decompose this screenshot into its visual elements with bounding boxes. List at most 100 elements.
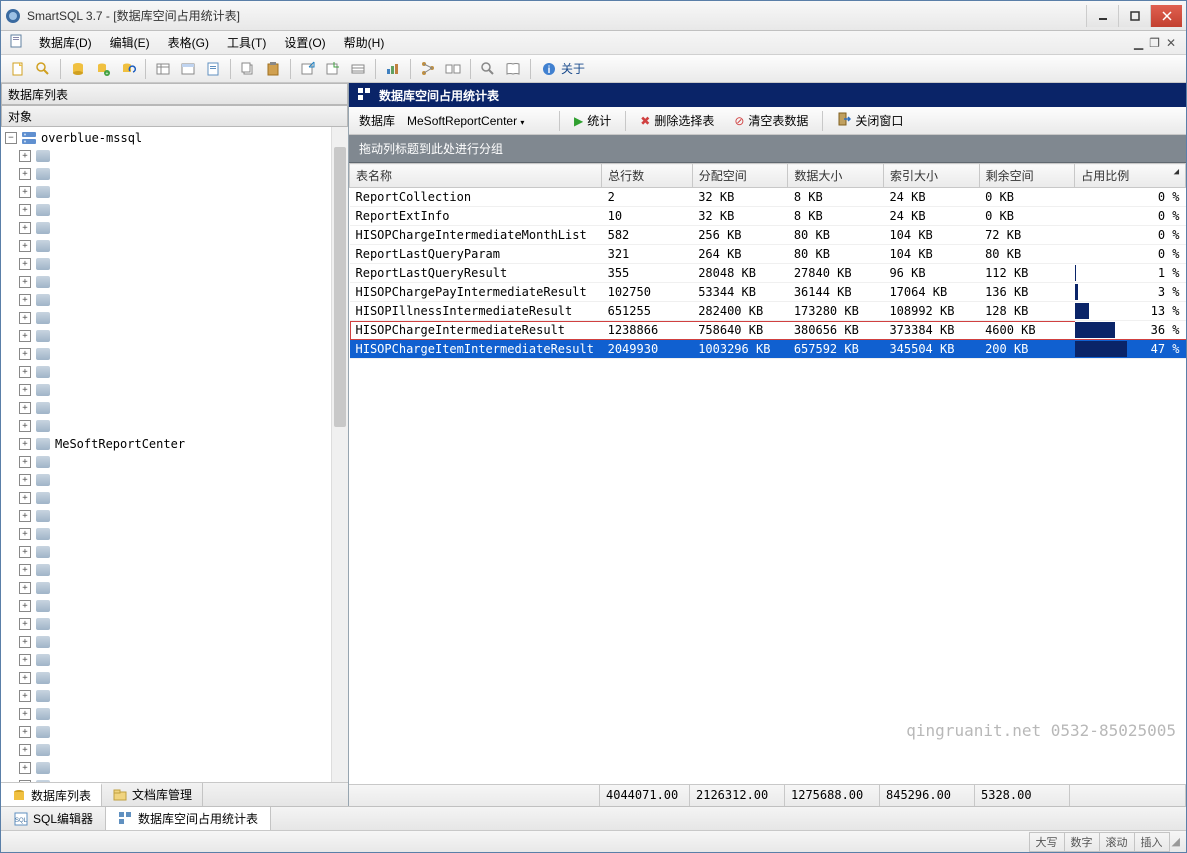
tool-compare-icon[interactable] bbox=[442, 58, 464, 80]
tool-export-icon[interactable] bbox=[297, 58, 319, 80]
tool-tree-icon[interactable] bbox=[417, 58, 439, 80]
tree-node[interactable]: + bbox=[1, 705, 348, 723]
tree-node[interactable]: + bbox=[1, 381, 348, 399]
expand-icon[interactable]: + bbox=[19, 474, 31, 486]
expand-icon[interactable]: + bbox=[19, 384, 31, 396]
expand-icon[interactable]: + bbox=[19, 402, 31, 414]
tool-chart-icon[interactable] bbox=[382, 58, 404, 80]
tree-node[interactable]: + bbox=[1, 543, 348, 561]
tool-search-icon[interactable] bbox=[32, 58, 54, 80]
expand-icon[interactable]: + bbox=[19, 780, 31, 782]
expand-icon[interactable]: + bbox=[19, 330, 31, 342]
table-row[interactable]: ReportLastQueryParam321264 KB80 KB104 KB… bbox=[350, 245, 1186, 264]
expand-icon[interactable]: + bbox=[19, 240, 31, 252]
expand-icon[interactable]: + bbox=[19, 762, 31, 774]
tree-node[interactable]: + bbox=[1, 525, 348, 543]
tool-new-icon[interactable] bbox=[7, 58, 29, 80]
table-row[interactable]: HISOPChargeIntermediateMonthList582256 K… bbox=[350, 226, 1186, 245]
clear-data-button[interactable]: ⊘ 清空表数据 bbox=[726, 110, 816, 131]
tool-copy-icon[interactable] bbox=[237, 58, 259, 80]
expand-icon[interactable]: + bbox=[19, 276, 31, 288]
menu-help[interactable]: 帮助(H) bbox=[336, 32, 393, 53]
tree-node[interactable]: + bbox=[1, 201, 348, 219]
table-row[interactable]: ReportExtInfo1032 KB8 KB24 KB0 KB0 % bbox=[350, 207, 1186, 226]
table-row[interactable]: ReportCollection232 KB8 KB24 KB0 KB0 % bbox=[350, 188, 1186, 207]
tree-node[interactable]: + bbox=[1, 507, 348, 525]
tree-node[interactable]: + bbox=[1, 759, 348, 777]
expand-icon[interactable]: + bbox=[19, 726, 31, 738]
tab-space-stats[interactable]: 数据库空间占用统计表 bbox=[106, 807, 271, 830]
tree-node[interactable]: + bbox=[1, 417, 348, 435]
expand-icon[interactable]: + bbox=[19, 654, 31, 666]
menu-tools[interactable]: 工具(T) bbox=[219, 32, 274, 53]
expand-icon[interactable]: + bbox=[19, 708, 31, 720]
tree-node[interactable]: + bbox=[1, 723, 348, 741]
table-row[interactable]: HISOPChargeItemIntermediateResult2049930… bbox=[350, 340, 1186, 359]
tree-node[interactable]: + bbox=[1, 165, 348, 183]
tree-node-MeSoftReportCenter[interactable]: +MeSoftReportCenter bbox=[1, 435, 348, 453]
db-selector[interactable]: MeSoftReportCenter ▾ bbox=[403, 112, 553, 130]
menu-database[interactable]: 数据库(D) bbox=[31, 32, 100, 53]
expand-icon[interactable]: + bbox=[19, 420, 31, 432]
tree-node[interactable]: + bbox=[1, 633, 348, 651]
titlebar[interactable]: SmartSQL 3.7 - [数据库空间占用统计表] bbox=[1, 1, 1186, 31]
expand-icon[interactable]: + bbox=[19, 528, 31, 540]
left-tab-dblist[interactable]: 数据库列表 bbox=[1, 783, 102, 806]
left-tab-doclib[interactable]: 文档库管理 bbox=[102, 783, 203, 806]
tool-db-new-icon[interactable]: + bbox=[92, 58, 114, 80]
tool-script-icon[interactable] bbox=[202, 58, 224, 80]
close-button[interactable] bbox=[1150, 5, 1182, 27]
expand-icon[interactable]: + bbox=[19, 672, 31, 684]
expand-icon[interactable]: + bbox=[19, 366, 31, 378]
mdi-restore-icon[interactable]: ❐ bbox=[1149, 36, 1160, 50]
mdi-minimize-icon[interactable]: ▁ bbox=[1134, 36, 1143, 50]
tool-db-connect-icon[interactable] bbox=[67, 58, 89, 80]
expand-icon[interactable]: + bbox=[19, 690, 31, 702]
tool-find-icon[interactable] bbox=[477, 58, 499, 80]
tree-node[interactable]: + bbox=[1, 237, 348, 255]
expand-icon[interactable]: + bbox=[19, 564, 31, 576]
stats-button[interactable]: ▶ 统计 bbox=[566, 110, 619, 131]
menu-settings[interactable]: 设置(O) bbox=[276, 32, 333, 53]
table-row[interactable]: HISOPIllnessIntermediateResult6512552824… bbox=[350, 302, 1186, 321]
expand-icon[interactable]: + bbox=[19, 348, 31, 360]
tree-node[interactable]: + bbox=[1, 777, 348, 782]
tool-paste-icon[interactable] bbox=[262, 58, 284, 80]
expand-icon[interactable]: + bbox=[19, 150, 31, 162]
tree-node-overblue-mssql[interactable]: −overblue-mssql bbox=[1, 129, 348, 147]
tool-table-icon[interactable] bbox=[152, 58, 174, 80]
expand-icon[interactable]: + bbox=[19, 600, 31, 612]
tree-node[interactable]: + bbox=[1, 741, 348, 759]
group-by-bar[interactable]: 拖动列标题到此处进行分组 bbox=[349, 135, 1186, 163]
tree-node[interactable]: + bbox=[1, 291, 348, 309]
mdi-close-icon[interactable]: ✕ bbox=[1166, 36, 1176, 50]
expand-icon[interactable]: + bbox=[19, 618, 31, 630]
expand-icon[interactable]: + bbox=[19, 582, 31, 594]
tool-import-icon[interactable] bbox=[322, 58, 344, 80]
tree-node[interactable]: + bbox=[1, 597, 348, 615]
close-panel-button[interactable]: 关闭窗口 bbox=[829, 110, 911, 131]
col-data[interactable]: 数据大小 bbox=[788, 164, 884, 188]
expand-icon[interactable]: + bbox=[19, 636, 31, 648]
tree-node[interactable]: + bbox=[1, 327, 348, 345]
tree-node[interactable]: + bbox=[1, 489, 348, 507]
expand-icon[interactable]: + bbox=[19, 510, 31, 522]
col-index[interactable]: 索引大小 bbox=[883, 164, 979, 188]
minimize-button[interactable] bbox=[1086, 5, 1118, 27]
tree-node[interactable]: + bbox=[1, 273, 348, 291]
data-grid[interactable]: 表名称 总行数 分配空间 数据大小 索引大小 剩余空间 占用比例◢ Report… bbox=[349, 163, 1186, 784]
tree-scrollbar[interactable] bbox=[331, 127, 348, 782]
expand-icon[interactable]: + bbox=[19, 546, 31, 558]
expand-icon[interactable]: + bbox=[19, 222, 31, 234]
tree-node[interactable]: + bbox=[1, 687, 348, 705]
table-row[interactable]: HISOPChargePayIntermediateResult10275053… bbox=[350, 283, 1186, 302]
tree-node[interactable]: + bbox=[1, 219, 348, 237]
expand-icon[interactable]: + bbox=[19, 744, 31, 756]
expand-icon[interactable]: − bbox=[5, 132, 17, 144]
about-button[interactable]: i 关于 bbox=[537, 60, 589, 77]
expand-icon[interactable]: + bbox=[19, 456, 31, 468]
file-menu-icon[interactable] bbox=[5, 33, 29, 52]
tree-node[interactable]: + bbox=[1, 579, 348, 597]
table-row[interactable]: ReportLastQueryResult35528048 KB27840 KB… bbox=[350, 264, 1186, 283]
expand-icon[interactable]: + bbox=[19, 204, 31, 216]
